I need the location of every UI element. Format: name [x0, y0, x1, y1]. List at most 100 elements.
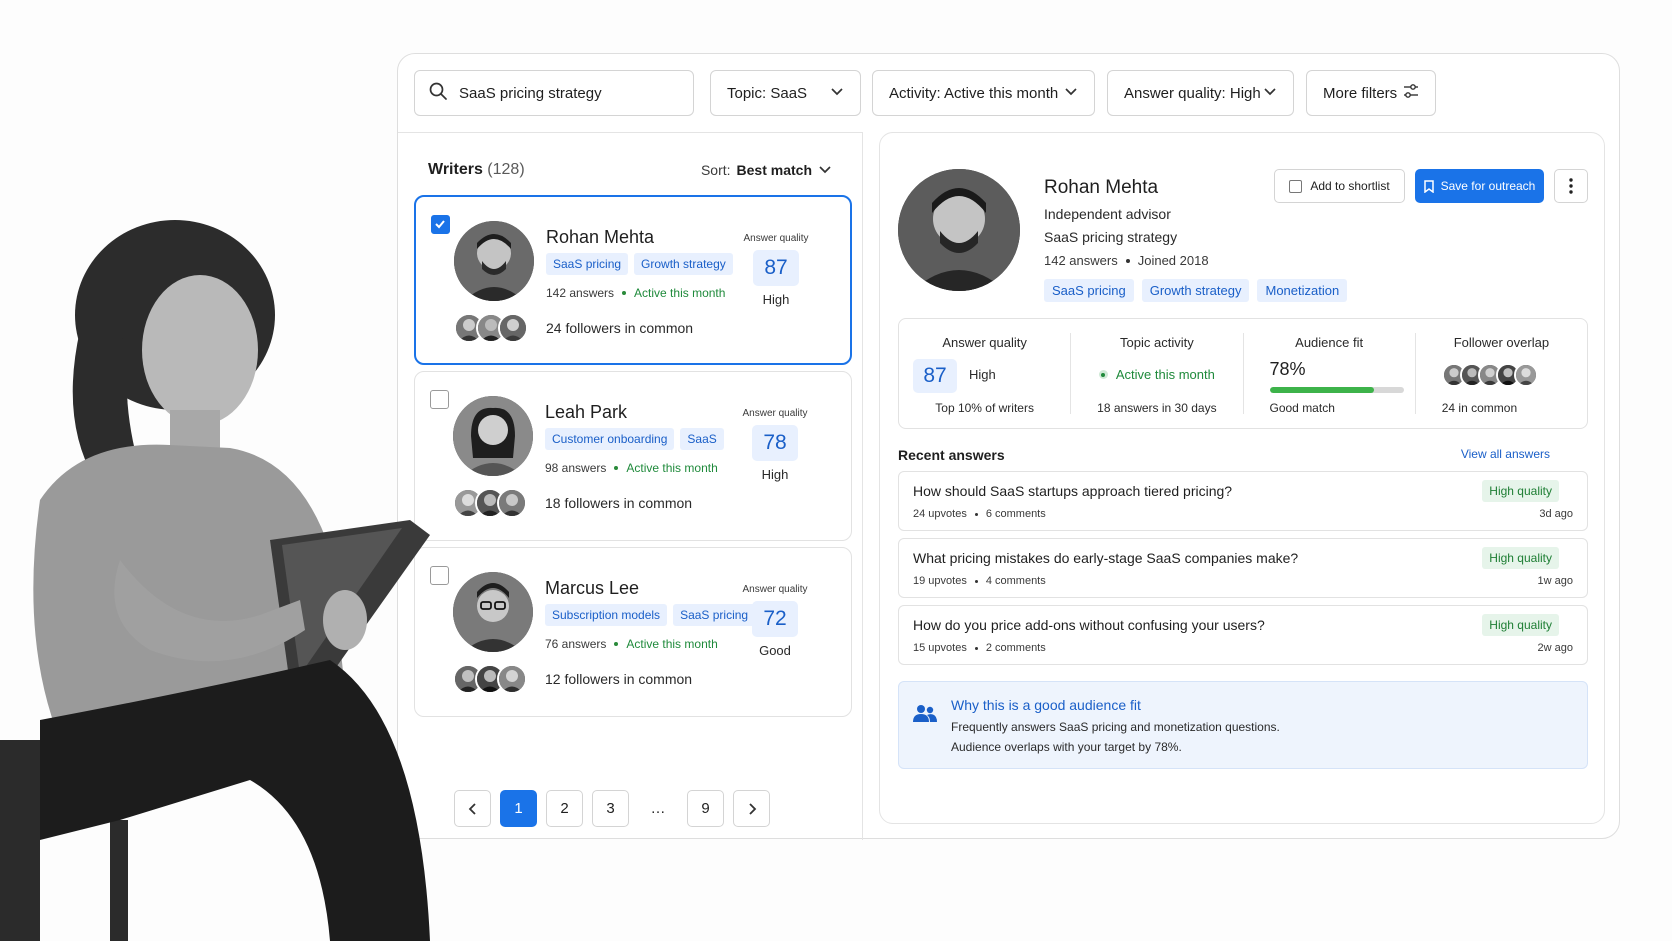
overlap-avatars	[1441, 363, 1538, 387]
search-icon	[429, 82, 447, 104]
topic-filter-dropdown[interactable]: Topic: SaaS	[710, 70, 861, 116]
avatar	[498, 313, 528, 343]
metric-label: Topic activity	[1120, 335, 1194, 350]
writer-card-rohan-mehta[interactable]: Rohan Mehta SaaS pricing Growth strategy…	[414, 195, 852, 365]
writer-select-checkbox[interactable]	[431, 215, 450, 234]
more-filters-label: More filters	[1323, 84, 1398, 102]
detail-answer-count: 142 answers	[1044, 253, 1118, 268]
detail-role: Independent advisor	[1044, 206, 1171, 222]
answer-quality-block: Answer quality 78 High	[735, 408, 815, 482]
answer-quality-score: 87	[913, 359, 957, 393]
metric-answer-quality: Answer quality 87 High Top 10% of writer…	[899, 333, 1072, 415]
activity-filter-label: Activity: Active this month	[889, 84, 1059, 102]
topic-tag[interactable]: Customer onboarding	[545, 428, 675, 450]
recent-answers-title: Recent answers	[898, 447, 1005, 463]
answer-quality-score: 72	[752, 601, 798, 637]
page-button-1[interactable]: 1	[500, 790, 537, 827]
answer-comments: 6 comments	[985, 508, 1046, 520]
writer-tags: Subscription models SaaS pricing	[545, 604, 756, 626]
activity-filter-dropdown[interactable]: Activity: Active this month	[872, 70, 1095, 116]
topic-tag[interactable]: Growth strategy	[1141, 279, 1250, 302]
activity-status: Active this month	[626, 637, 718, 651]
metric-follower-overlap: Follower overlap 24 in common	[1416, 333, 1587, 415]
shortlist-checkbox	[1289, 179, 1303, 193]
writer-name[interactable]: Marcus Lee	[545, 578, 639, 599]
activity-status: Active this month	[1071, 367, 1242, 382]
topic-tag[interactable]: Growth strategy	[634, 253, 733, 275]
writers-panel: Writers (128) Sort: Best match Rohan Meh…	[398, 132, 863, 840]
answer-item[interactable]: How should SaaS startups approach tiered…	[898, 471, 1588, 531]
separator-dot	[614, 466, 619, 470]
activity-status-text: Active this month	[1115, 367, 1215, 382]
fit-reason: Audience overlaps with your target by 78…	[951, 740, 1182, 754]
separator-dot	[1125, 258, 1130, 263]
metric-footnote: Top 10% of writers	[935, 401, 1034, 415]
quality-badge: High quality	[1482, 480, 1559, 502]
metric-label: Audience fit	[1295, 335, 1364, 350]
writer-tags: Customer onboarding SaaS	[545, 428, 724, 450]
metric-footnote: Good match	[1269, 401, 1335, 415]
writer-card-leah-park[interactable]: Leah Park Customer onboarding SaaS 98 an…	[414, 371, 852, 541]
sort-dropdown[interactable]: Sort: Best match	[701, 162, 832, 179]
separator-dot	[974, 579, 978, 583]
chevron-down-icon	[1263, 84, 1277, 102]
metrics-summary: Answer quality 87 High Top 10% of writer…	[898, 318, 1588, 429]
page-button-9[interactable]: 9	[687, 790, 724, 827]
chevron-down-icon	[1064, 84, 1078, 102]
answer-quality-filter-label: Answer quality: High	[1124, 84, 1261, 102]
writer-select-checkbox[interactable]	[430, 390, 449, 409]
search-input[interactable]	[459, 84, 669, 102]
app-window: Topic: SaaS Activity: Active this month …	[397, 53, 1620, 840]
topic-tag[interactable]: SaaS	[680, 428, 724, 450]
fit-title: Why this is a good audience fit	[951, 697, 1141, 713]
writer-select-checkbox[interactable]	[430, 566, 449, 585]
page-button-2[interactable]: 2	[546, 790, 583, 827]
activity-status: Active this month	[626, 461, 718, 475]
more-vertical-icon	[1569, 178, 1573, 194]
answer-quality-score: 78	[752, 425, 798, 461]
page-button-3[interactable]: 3	[592, 790, 629, 827]
save-for-outreach-button[interactable]: Save for outreach	[1415, 169, 1544, 203]
check-icon	[435, 220, 445, 229]
prev-page-button[interactable]	[454, 790, 491, 827]
answer-quality-score: 87	[753, 250, 799, 286]
active-dot-icon	[1098, 370, 1108, 379]
writer-name[interactable]: Rohan Mehta	[546, 227, 654, 248]
topic-tag[interactable]: Subscription models	[545, 604, 668, 626]
writer-name[interactable]: Leah Park	[545, 402, 627, 423]
answer-quality-level: Good	[759, 643, 791, 658]
more-options-button[interactable]	[1554, 169, 1588, 203]
answer-count: 98 answers	[545, 461, 607, 475]
pagination: 1 2 3 … 9	[454, 790, 770, 827]
answer-upvotes: 19 upvotes	[913, 575, 967, 587]
audience-fit-progress-fill	[1269, 387, 1375, 393]
answer-question[interactable]: What pricing mistakes do early-stage Saa…	[913, 550, 1298, 566]
topic-tag[interactable]: SaaS pricing	[1044, 279, 1134, 302]
answer-question[interactable]: How should SaaS startups approach tiered…	[913, 483, 1232, 499]
writer-card-marcus-lee[interactable]: Marcus Lee Subscription models SaaS pric…	[414, 547, 852, 717]
answer-item[interactable]: How do you price add-ons without confusi…	[898, 605, 1588, 665]
view-all-answers-link[interactable]: View all answers	[1461, 447, 1550, 463]
search-box[interactable]	[414, 70, 694, 116]
answer-item[interactable]: What pricing mistakes do early-stage Saa…	[898, 538, 1588, 598]
more-filters-button[interactable]: More filters	[1306, 70, 1436, 116]
answer-age: 1w ago	[1537, 575, 1573, 587]
add-to-shortlist-button[interactable]: Add to shortlist	[1274, 169, 1405, 203]
answer-quality-filter-dropdown[interactable]: Answer quality: High	[1107, 70, 1294, 116]
followers-in-common: 18 followers in common	[545, 495, 693, 511]
avatar	[1513, 363, 1538, 387]
writers-title-text: Writers	[428, 161, 483, 178]
next-page-button[interactable]	[733, 790, 770, 827]
answer-count: 142 answers	[546, 286, 615, 300]
topic-tag[interactable]: Monetization	[1257, 279, 1348, 302]
answer-question[interactable]: How do you price add-ons without confusi…	[913, 617, 1265, 633]
writers-count: (128)	[487, 161, 525, 178]
writer-stats: 142 answers Active this month	[546, 286, 725, 300]
detail-writer-name: Rohan Mehta	[1044, 177, 1159, 198]
sort-prefix: Sort:	[700, 162, 731, 178]
save-for-outreach-label: Save for outreach	[1440, 179, 1536, 193]
avatar	[453, 396, 533, 476]
writers-header: Writers (128) Sort: Best match	[428, 159, 832, 181]
answer-quality-label: Answer quality	[743, 233, 809, 244]
topic-tag[interactable]: SaaS pricing	[546, 253, 629, 275]
